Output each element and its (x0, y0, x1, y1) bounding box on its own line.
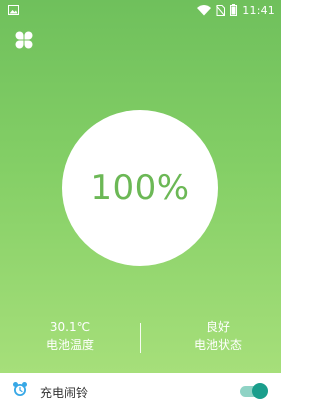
alarm-clock-icon (13, 382, 27, 396)
charge-alarm-toggle[interactable] (238, 383, 268, 399)
status-stat: 良好 电池状态 (158, 318, 278, 354)
wifi-icon (197, 4, 212, 15)
status-bar: 11:41 (0, 0, 281, 22)
temperature-label: 电池温度 (45, 338, 94, 352)
battery-icon (230, 4, 238, 16)
charge-alarm-row[interactable]: 充电闹铃 (0, 373, 281, 400)
temperature-stat: 30.1℃ 电池温度 (10, 318, 130, 354)
status-value: 良好 (205, 320, 230, 334)
charge-alarm-label: 充电闹铃 (40, 386, 89, 400)
status-bar-right: 11:41 (197, 2, 275, 18)
toggle-knob (252, 383, 268, 399)
status-bar-time: 11:41 (242, 3, 275, 17)
stats-divider (140, 323, 141, 353)
status-label: 电池状态 (193, 338, 242, 352)
battery-percent: 100% (90, 168, 190, 208)
clover-icon[interactable] (15, 31, 33, 49)
battery-hero-panel: 11:41 100% 30.1℃ 电池温度 良好 电池状态 (0, 0, 281, 373)
image-icon (8, 5, 19, 15)
temperature-value: 30.1℃ (49, 320, 91, 334)
battery-level-circle: 100% (62, 110, 218, 266)
no-sim-icon (216, 4, 226, 16)
battery-screen: 11:41 100% 30.1℃ 电池温度 良好 电池状态 充电闹铃 (0, 0, 281, 400)
battery-stats: 30.1℃ 电池温度 良好 电池状态 (0, 318, 281, 362)
